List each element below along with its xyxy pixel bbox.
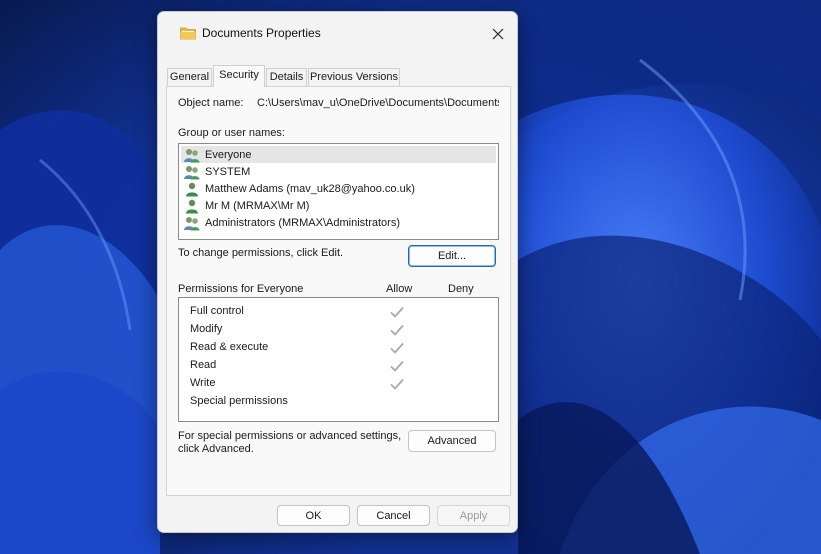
checkmark-icon — [390, 342, 404, 354]
permission-name: Modify — [190, 323, 223, 335]
group-users-icon — [184, 148, 200, 162]
permission-name: Special permissions — [190, 395, 288, 407]
permission-row: Write — [179, 375, 498, 393]
group-or-user-names-label: Group or user names: — [178, 127, 285, 139]
tab-general[interactable]: General — [167, 68, 212, 86]
advanced-hint-line1: For special permissions or advanced sett… — [178, 430, 402, 442]
permission-row: Read & execute — [179, 339, 498, 357]
permission-row: Modify — [179, 321, 498, 339]
user-name: SYSTEM — [205, 165, 251, 178]
checkmark-icon — [390, 324, 404, 336]
advanced-hint-line2: click Advanced. — [178, 443, 254, 455]
cancel-button[interactable]: Cancel — [357, 505, 430, 526]
permission-row: Read — [179, 357, 498, 375]
dialog-footer: OK Cancel Apply — [158, 500, 517, 532]
dialog-title: Documents Properties — [202, 26, 321, 40]
permission-name: Full control — [190, 305, 244, 317]
apply-button[interactable]: Apply — [437, 505, 510, 526]
user-list-item[interactable]: Mr M (MRMAX\Mr M) — [181, 197, 496, 214]
checkmark-icon — [390, 306, 404, 318]
permission-name: Write — [190, 377, 216, 389]
user-list-item[interactable]: Administrators (MRMAX\Administrators) — [181, 214, 496, 231]
permissions-header: Permissions for Everyone — [178, 283, 304, 295]
tab-details[interactable]: Details — [266, 68, 307, 86]
deny-column-header: Deny — [448, 283, 474, 295]
close-button[interactable] — [487, 24, 509, 44]
user-list-item[interactable]: Everyone — [181, 146, 496, 163]
object-name-label: Object name: — [178, 97, 244, 109]
user-name: Administrators (MRMAX\Administrators) — [205, 216, 400, 229]
tab-previous-versions[interactable]: Previous Versions — [308, 68, 400, 86]
user-list-item[interactable]: SYSTEM — [181, 163, 496, 180]
user-list[interactable]: Everyone SYSTEM Matthew Adams (mav_uk28@… — [178, 143, 499, 240]
user-name: Everyone — [205, 148, 252, 161]
advanced-button[interactable]: Advanced — [408, 430, 496, 452]
edit-button[interactable]: Edit... — [408, 245, 496, 267]
user-icon — [186, 199, 198, 213]
group-users-icon — [184, 216, 200, 230]
user-icon — [186, 182, 198, 196]
permission-row: Full control — [179, 303, 498, 321]
permissions-list[interactable]: Full control Modify Read & execute Read … — [178, 297, 499, 422]
folder-icon — [180, 27, 196, 40]
ok-button[interactable]: OK — [277, 505, 350, 526]
group-users-icon — [184, 165, 200, 179]
user-list-item[interactable]: Matthew Adams (mav_uk28@yahoo.co.uk) — [181, 180, 496, 197]
properties-dialog: Documents Properties General Security De… — [157, 11, 518, 533]
title-bar[interactable]: Documents Properties — [158, 12, 517, 54]
change-permissions-hint: To change permissions, click Edit. — [178, 247, 344, 259]
close-icon — [492, 28, 504, 40]
tab-security[interactable]: Security — [213, 65, 265, 87]
permission-name: Read & execute — [190, 341, 269, 353]
user-name: Mr M (MRMAX\Mr M) — [205, 199, 310, 212]
advanced-hint: For special permissions or advanced sett… — [178, 430, 401, 456]
checkmark-icon — [390, 360, 404, 372]
user-name: Matthew Adams (mav_uk28@yahoo.co.uk) — [205, 182, 415, 195]
permission-name: Read — [190, 359, 217, 371]
object-name-value[interactable]: C:\Users\mav_u\OneDrive\Documents\Docume… — [257, 97, 499, 109]
permission-row: Special permissions — [179, 393, 498, 411]
security-panel: Object name: C:\Users\mav_u\OneDrive\Doc… — [166, 86, 511, 496]
checkmark-icon — [390, 378, 404, 390]
allow-column-header: Allow — [386, 283, 413, 295]
